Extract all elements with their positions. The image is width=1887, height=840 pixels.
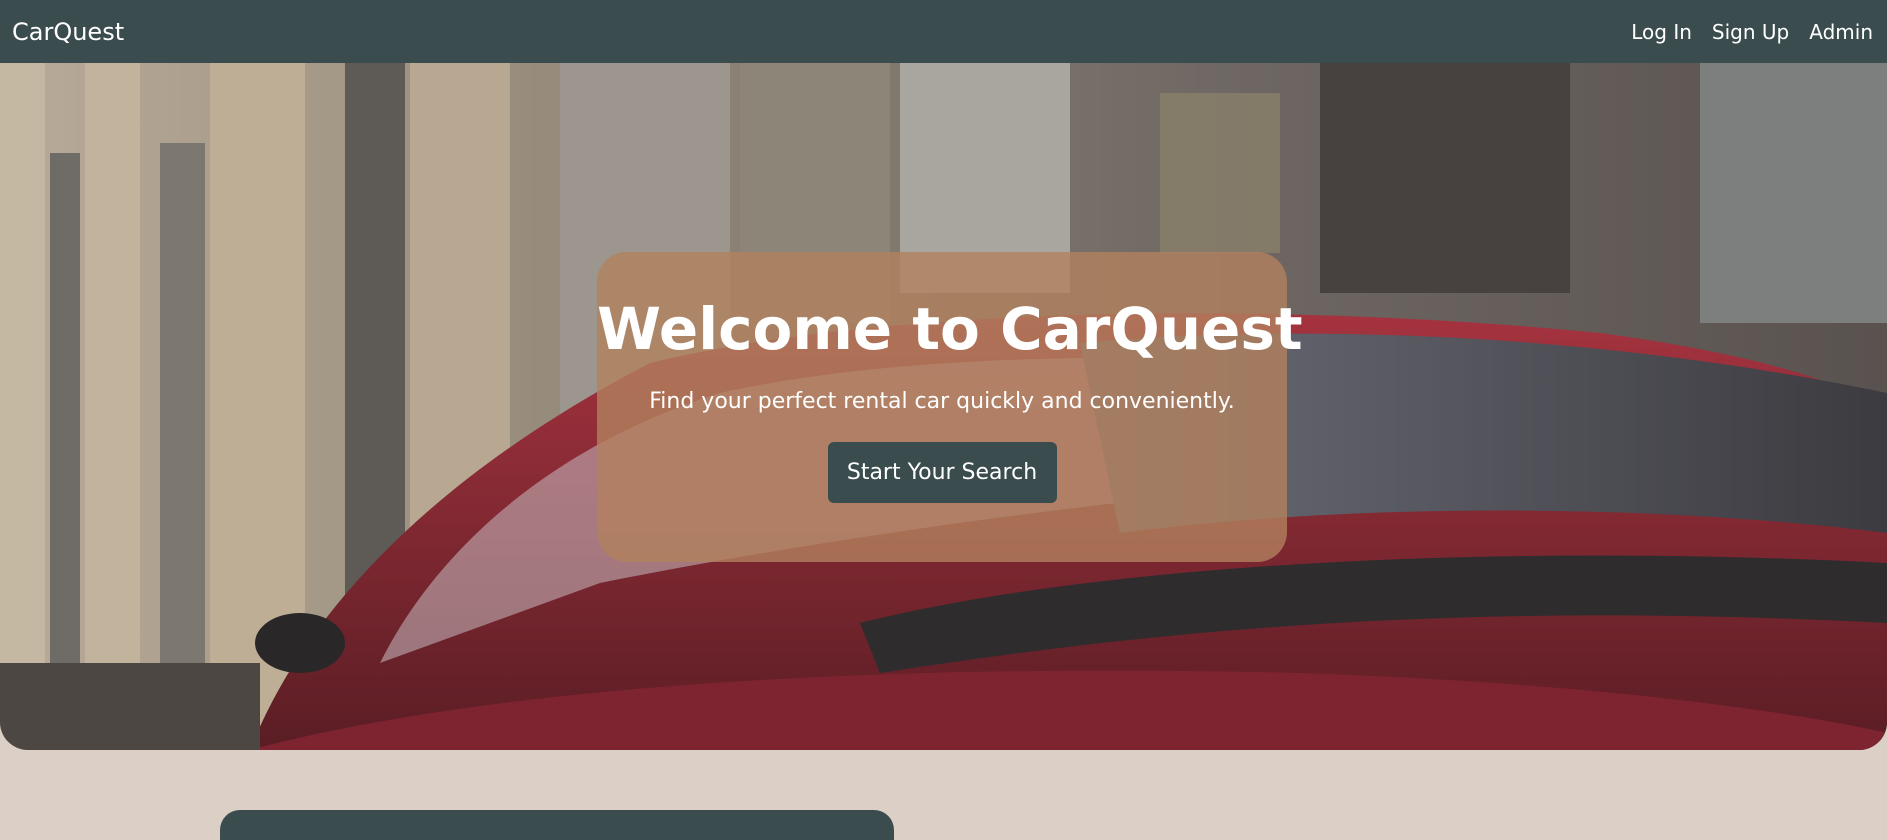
login-link[interactable]: Log In: [1631, 20, 1692, 44]
brand-logo-link[interactable]: CarQuest: [12, 18, 124, 46]
hero-welcome-card: Welcome to CarQuest Find your perfect re…: [597, 252, 1303, 562]
admin-link[interactable]: Admin: [1809, 20, 1873, 44]
search-panel: [220, 810, 894, 840]
top-navbar: CarQuest Log In Sign Up Admin: [0, 0, 1887, 63]
signup-link[interactable]: Sign Up: [1712, 20, 1789, 44]
nav-links: Log In Sign Up Admin: [1631, 20, 1873, 44]
hero-title: Welcome to CarQuest: [597, 295, 1303, 363]
hero-section: Welcome to CarQuest Find your perfect re…: [0, 63, 1887, 750]
hero-subtitle: Find your perfect rental car quickly and…: [649, 388, 1235, 414]
start-search-button[interactable]: Start Your Search: [827, 441, 1057, 503]
